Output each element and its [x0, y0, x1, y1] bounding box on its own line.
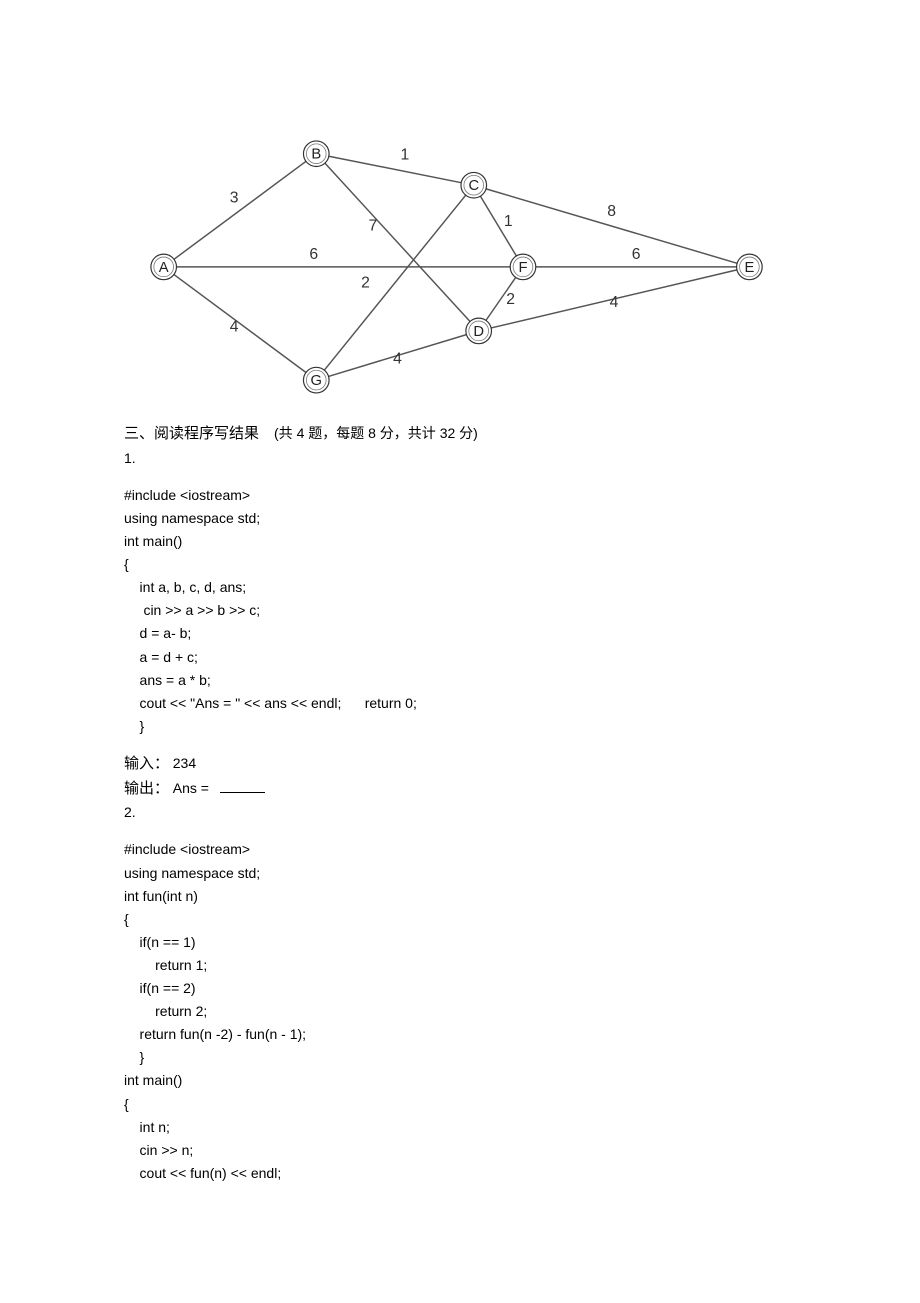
- q1-output-prefix: Ans =: [173, 780, 209, 796]
- q1-output-row: 输出： Ans =: [124, 777, 796, 802]
- edge-weight-B-C: 1: [400, 147, 409, 164]
- edge-weight-F-E: 6: [632, 246, 641, 263]
- section-heading: 三、阅读程序写结果: [124, 426, 259, 442]
- edge-weight-A-F: 6: [309, 246, 318, 263]
- q1-number: 1.: [124, 447, 796, 470]
- node-label-E: E: [744, 260, 754, 276]
- edge-weight-C-G: 2: [361, 275, 370, 292]
- q1-output-label: 输出：: [124, 781, 169, 797]
- edge-weight-D-F: 2: [506, 291, 515, 308]
- edge-A-B: [174, 161, 306, 259]
- q2-number: 2.: [124, 801, 796, 824]
- edge-weight-D-G: 4: [393, 350, 402, 367]
- q2-code: #include <iostream> using namespace std;…: [124, 838, 796, 1184]
- edge-weight-A-B: 3: [230, 189, 239, 206]
- section-heading-row: 三、阅读程序写结果 (共 4 题，每题 8 分，共计 32 分): [124, 422, 796, 447]
- edge-weight-C-F: 1: [504, 213, 513, 230]
- page: 3 6 4 1 7 1 2 8 2 4 4 6 A B C D E F G 三、阅读程序写结果 (共 4 题，每题…: [0, 0, 920, 1303]
- node-label-A: A: [159, 260, 169, 276]
- node-label-D: D: [473, 324, 484, 340]
- graph-svg: 3 6 4 1 7 1 2 8 2 4 4 6 A B C D E F G: [144, 112, 774, 412]
- edge-C-E: [486, 189, 737, 263]
- content: 三、阅读程序写结果 (共 4 题，每题 8 分，共计 32 分) 1. #inc…: [124, 422, 796, 1185]
- graph-figure: 3 6 4 1 7 1 2 8 2 4 4 6 A B C D E F G: [144, 112, 774, 412]
- edge-B-C: [329, 156, 461, 182]
- node-label-B: B: [311, 147, 321, 163]
- q1-input-value: 234: [173, 755, 196, 771]
- edge-weight-C-E: 8: [607, 203, 616, 220]
- node-label-G: G: [311, 373, 322, 389]
- node-label-C: C: [468, 178, 479, 194]
- section-subtitle: (共 4 题，每题 8 分，共计 32 分): [274, 425, 478, 441]
- q1-input-row: 输入： 234: [124, 752, 796, 777]
- q1-input-label: 输入：: [124, 756, 169, 772]
- edge-B-D: [325, 163, 470, 321]
- q1-blank[interactable]: [220, 792, 265, 793]
- edge-C-G: [324, 195, 465, 370]
- q1-code: #include <iostream> using namespace std;…: [124, 484, 796, 738]
- edge-A-G: [174, 275, 306, 373]
- edge-weight-A-G: 4: [230, 318, 239, 335]
- edge-weight-D-E: 4: [610, 294, 619, 311]
- edge-weight-B-D: 7: [368, 218, 377, 235]
- node-label-F: F: [518, 260, 527, 276]
